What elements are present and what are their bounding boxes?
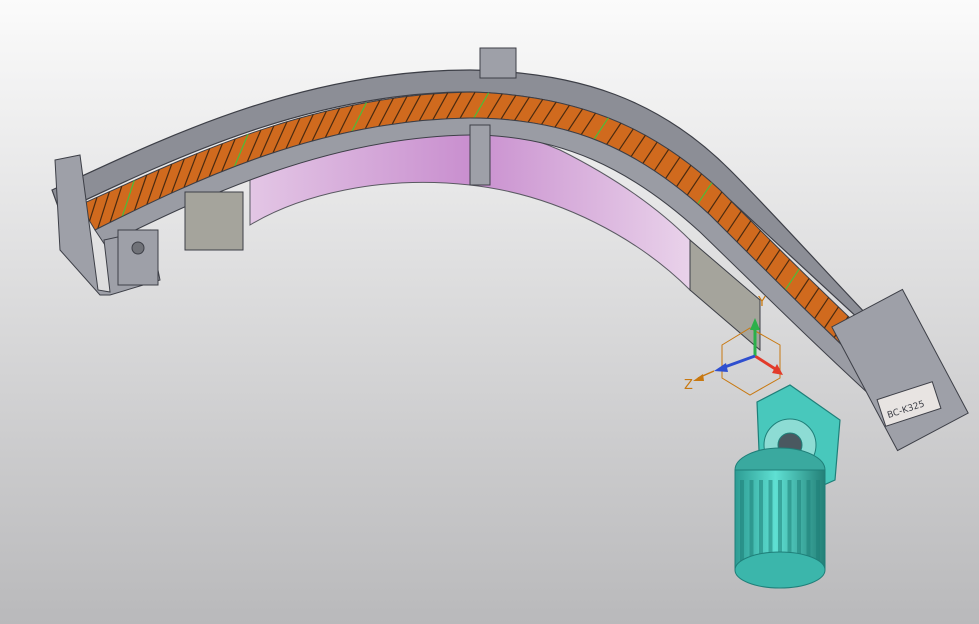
left-bracket: [117, 229, 159, 286]
motor-fin: [749, 480, 754, 565]
motor-fin: [797, 480, 801, 565]
motor-end-cap: [734, 551, 826, 589]
triad-y-label: Y: [757, 295, 766, 310]
left-side-plate: [184, 191, 244, 251]
motor-fin: [740, 480, 744, 565]
cad-canvas[interactable]: BC-K325 Z Y: [0, 0, 979, 624]
top-center-bracket: [479, 47, 517, 79]
motor-fin: [759, 480, 763, 565]
cad-viewport[interactable]: BC-K325 Z Y: [0, 0, 979, 624]
left-bracket-bolt: [131, 241, 145, 255]
motor-fin: [816, 480, 820, 565]
mid-support-post: [469, 124, 491, 186]
motor-fin: [806, 480, 811, 565]
triad-z-label: Z: [684, 378, 693, 393]
